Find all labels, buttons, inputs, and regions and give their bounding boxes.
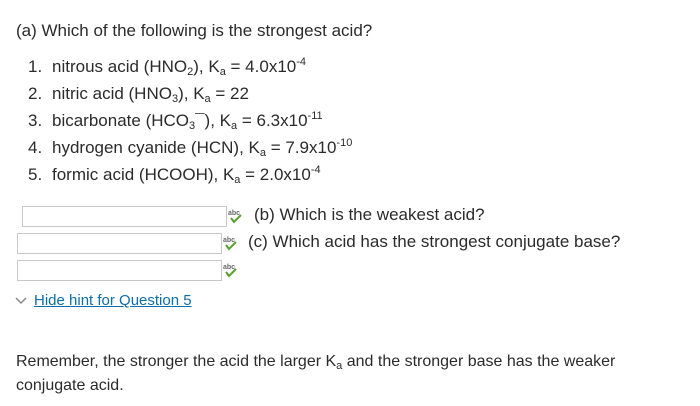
answer-a-input[interactable] <box>22 206 227 227</box>
question-title: (a) Which of the following is the strong… <box>16 21 373 40</box>
chevron-down-icon[interactable] <box>14 294 28 308</box>
subquestion-c: (c) Which acid has the strongest conjuga… <box>248 232 621 251</box>
option-item: 3. bicarbonate (HCO3¯), Ka = 6.3x10-11 <box>28 110 323 132</box>
option-item: 2. nitric acid (HNO3), Ka = 22 <box>28 84 249 105</box>
hint-toggle[interactable]: Hide hint for Question 5 <box>14 292 192 309</box>
subquestion-b: (b) Which is the weakest acid? <box>254 205 485 224</box>
hide-hint-link[interactable]: Hide hint for Question 5 <box>34 292 192 309</box>
answer-c-input[interactable] <box>17 260 222 281</box>
spellcheck-icon[interactable]: abc <box>222 235 240 251</box>
option-item: 1. nitrous acid (HNO2), Ka = 4.0x10-4 <box>28 56 307 78</box>
svg-text:abc: abc <box>223 264 235 271</box>
option-item: 5. formic acid (HCOOH), Ka = 2.0x10-4 <box>28 164 321 186</box>
spellcheck-icon[interactable]: abc <box>227 208 245 224</box>
spellcheck-icon[interactable]: abc <box>222 262 240 278</box>
option-item: 4. hydrogen cyanide (HCN), Ka = 7.9x10-10 <box>28 137 353 159</box>
svg-text:abc: abc <box>228 210 240 217</box>
svg-text:abc: abc <box>223 237 235 244</box>
answer-b-input[interactable] <box>17 233 222 254</box>
hint-text: Remember, the stronger the acid the larg… <box>16 353 616 394</box>
option-list: 1. nitrous acid (HNO2), Ka = 4.0x10-4 2. n… <box>28 56 352 191</box>
